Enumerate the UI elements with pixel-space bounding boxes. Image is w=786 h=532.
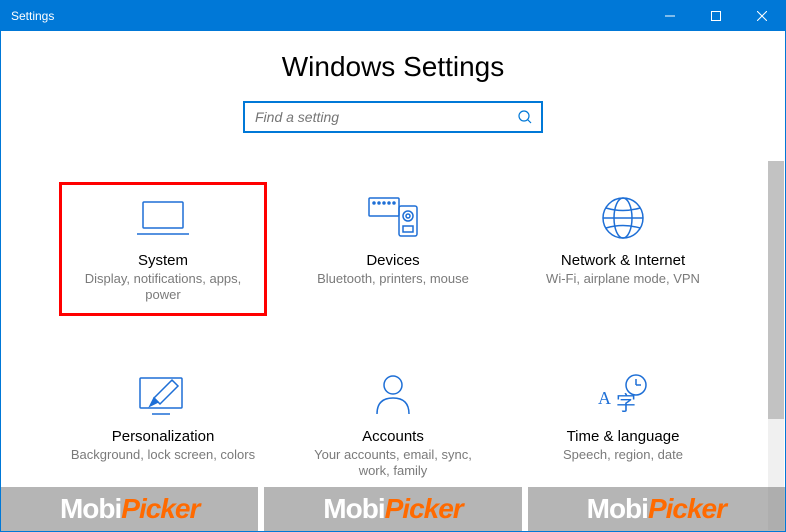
card-time-language[interactable]: A字 Time & language Speech, region, date [523,364,723,490]
card-title: Personalization [67,428,259,445]
system-icon [67,194,259,242]
settings-window: Settings Windows Settings [0,0,786,532]
card-desc: Your accounts, email, sync, work, family [297,447,489,480]
card-system[interactable]: System Display, notifications, apps, pow… [63,188,263,314]
card-desc: Bluetooth, printers, mouse [297,271,489,287]
card-network-internet[interactable]: Network & Internet Wi-Fi, airplane mode,… [523,188,723,314]
card-title: Time & language [527,428,719,445]
maximize-button[interactable] [693,1,739,31]
paint-icon [67,370,259,418]
close-icon [757,11,767,21]
card-accounts[interactable]: Accounts Your accounts, email, sync, wor… [293,364,493,490]
window-title: Settings [1,9,54,23]
page-title: Windows Settings [1,51,785,83]
svg-text:A: A [598,388,611,408]
card-desc: Display, notifications, apps, power [67,271,259,304]
card-desc: Speech, region, date [527,447,719,463]
titlebar: Settings [1,1,785,31]
time-language-icon: A字 [527,370,719,418]
globe-icon [527,194,719,242]
card-title: Network & Internet [527,252,719,269]
card-personalization[interactable]: Personalization Background, lock screen,… [63,364,263,490]
devices-icon [297,194,489,242]
scrollbar-thumb[interactable] [768,161,784,419]
card-desc: Wi-Fi, airplane mode, VPN [527,271,719,287]
minimize-icon [665,11,675,21]
search-input[interactable] [253,108,533,126]
person-icon [297,370,489,418]
search-icon [517,109,533,130]
card-title: Accounts [297,428,489,445]
card-desc: Background, lock screen, colors [67,447,259,463]
content-area: Windows Settings System Display, notific… [1,31,785,531]
svg-text:字: 字 [616,392,636,415]
scrollbar[interactable] [768,161,784,530]
settings-grid: System Display, notifications, apps, pow… [1,188,785,509]
maximize-icon [711,11,721,21]
search-box[interactable] [243,101,543,133]
card-devices[interactable]: Devices Bluetooth, printers, mouse [293,188,493,314]
card-title: System [67,252,259,269]
close-button[interactable] [739,1,785,31]
card-title: Devices [297,252,489,269]
minimize-button[interactable] [647,1,693,31]
search-wrap [1,101,785,133]
window-controls [647,1,785,31]
